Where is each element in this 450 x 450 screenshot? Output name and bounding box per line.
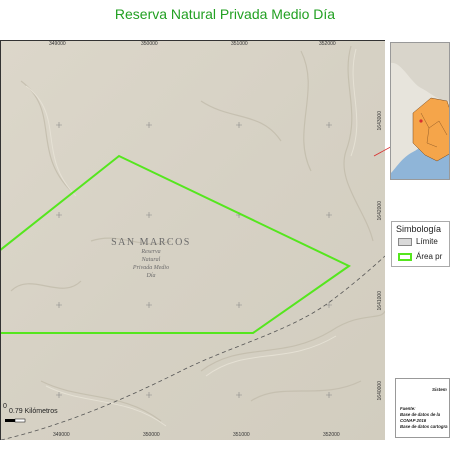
- tick-bottom-3: 351000: [233, 432, 250, 438]
- scale-zero: 0: [3, 403, 7, 410]
- tick-right-1: 1643000: [377, 111, 383, 131]
- tick-top-4: 352000: [319, 41, 336, 47]
- reserve-label-line-3: Privada Medio: [132, 265, 170, 271]
- location-marker-icon: [419, 119, 423, 123]
- sources-heading: Sistem: [432, 387, 447, 392]
- legend-title: Simbología: [396, 224, 442, 234]
- tick-top-1: 349000: [49, 41, 66, 47]
- tick-right-3: 1641000: [377, 291, 383, 311]
- reserve-label-line-1: Reserva: [141, 249, 161, 255]
- tick-bottom-2: 350000: [143, 432, 160, 438]
- reserve-label-line-2: Natural: [141, 257, 161, 263]
- place-name: SAN MARCOS: [111, 237, 191, 248]
- scale-bar: [5, 418, 26, 423]
- legend-label: Área pr: [416, 252, 443, 261]
- place-label-san-marcos: SAN MARCOS Reserva Natural Privada Medio…: [71, 237, 231, 280]
- sources-line-2: Base de datos de la: [400, 412, 441, 417]
- tick-right-4: 1640000: [377, 381, 383, 401]
- area-swatch-icon: [398, 252, 412, 261]
- tick-bottom-1: 349000: [53, 432, 70, 438]
- legend-item-area: Área pr: [398, 252, 442, 261]
- limit-swatch-icon: [398, 237, 412, 246]
- tick-bottom-4: 352000: [323, 432, 340, 438]
- tick-top-2: 350000: [141, 41, 158, 47]
- sources-box: Sistem Fuente: Base de datos de la CONAP…: [395, 378, 450, 438]
- scale-label: 0.79 Kilómetros: [9, 408, 58, 415]
- tick-top-3: 351000: [231, 41, 248, 47]
- main-map-frame[interactable]: 349000 350000 351000 352000 349000 35000…: [0, 40, 385, 440]
- locator-inset-map[interactable]: [390, 42, 450, 180]
- sources-line-3: CONAP 2016: [400, 418, 427, 423]
- tick-right-2: 1642000: [377, 201, 383, 221]
- sources-line-4: Base de datos cartogra: [400, 424, 448, 429]
- legend-panel: Simbología Límite Área pr: [391, 221, 450, 267]
- legend-label: Límite: [416, 237, 438, 246]
- legend-item-limite: Límite: [398, 237, 438, 246]
- sources-line-1: Fuente:: [400, 406, 416, 411]
- map-title: Reserva Natural Privada Medio Día: [114, 6, 336, 22]
- inset-map-graphic: [391, 43, 449, 179]
- reserve-label-line-4: Día: [146, 273, 156, 279]
